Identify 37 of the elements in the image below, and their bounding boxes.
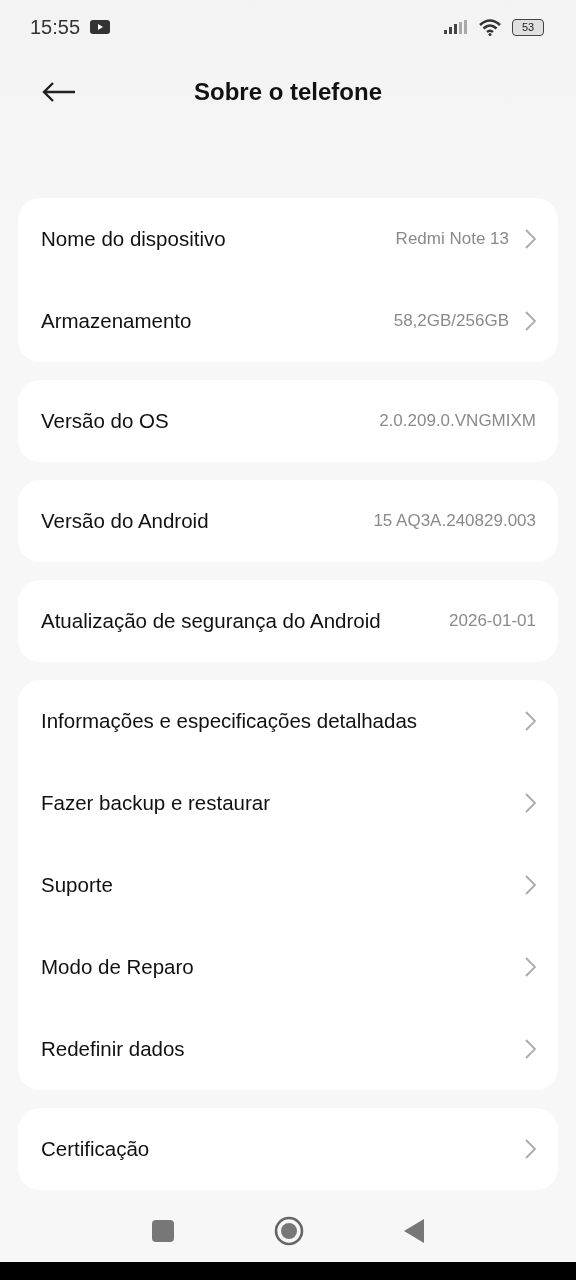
signal-icon xyxy=(444,20,468,34)
recents-icon[interactable] xyxy=(152,1220,174,1242)
settings-row[interactable]: Versão do OS 2.0.209.0.VNGMIXM xyxy=(18,380,558,462)
row-value: 15 AQ3A.240829.003 xyxy=(373,511,536,531)
row-label: Suporte xyxy=(41,873,114,897)
row-label: Certificação xyxy=(41,1137,151,1161)
status-time: 15:55 xyxy=(30,15,81,39)
settings-row[interactable]: Certificação xyxy=(18,1108,558,1190)
row-label: Informações e especificações detalhadas xyxy=(41,709,419,733)
row-label: Nome do dispositivo xyxy=(41,227,227,251)
row-label: Atualização de segurança do Android xyxy=(41,609,382,633)
row-label: Modo de Reparo xyxy=(41,955,195,979)
row-label: Redefinir dados xyxy=(41,1037,186,1061)
settings-row[interactable]: Suporte xyxy=(18,844,558,926)
row-value: 58,2GB/256GB xyxy=(393,311,509,331)
row-value: Redmi Note 13 xyxy=(395,229,509,249)
settings-row[interactable]: Armazenamento 58,2GB/256GB xyxy=(18,280,558,362)
home-icon[interactable] xyxy=(274,1216,304,1246)
video-play-icon xyxy=(90,20,111,34)
row-value: 2.0.209.0.VNGMIXM xyxy=(379,411,536,431)
battery-icon: 53 xyxy=(512,18,544,36)
settings-row[interactable]: Modo de Reparo xyxy=(18,926,558,1008)
row-label: Versão do OS xyxy=(41,409,170,433)
back-triangle-icon[interactable] xyxy=(404,1219,424,1243)
settings-row[interactable]: Versão do Android 15 AQ3A.240829.003 xyxy=(18,480,558,562)
row-label: Armazenamento xyxy=(41,309,193,333)
settings-row[interactable]: Atualização de segurança do Android 2026-01-01 xyxy=(18,580,558,662)
row-label: Fazer backup e restaurar xyxy=(41,791,272,815)
row-label: Versão do Android xyxy=(41,509,210,533)
settings-row[interactable]: Nome do dispositivo Redmi Note 13 xyxy=(18,198,558,280)
row-value: 2026-01-01 xyxy=(449,611,536,631)
back-arrow-icon[interactable] xyxy=(42,81,76,103)
settings-row[interactable]: Informações e especificações detalhadas xyxy=(18,680,558,762)
settings-row[interactable]: Redefinir dados xyxy=(18,1008,558,1090)
page-title: Sobre o telefone xyxy=(194,78,382,106)
wifi-icon xyxy=(478,18,502,36)
settings-row[interactable]: Fazer backup e restaurar xyxy=(18,762,558,844)
